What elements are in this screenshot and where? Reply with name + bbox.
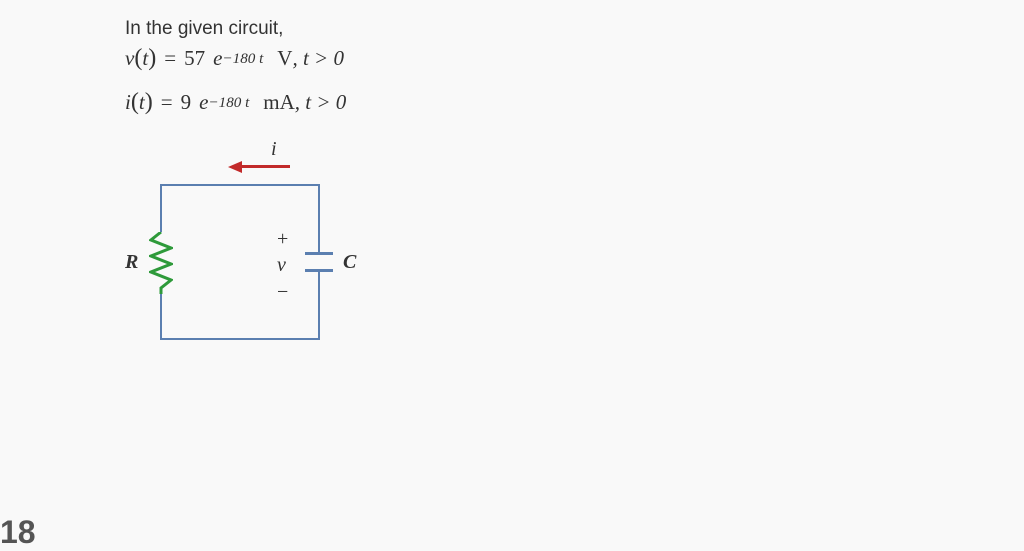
intro-text: In the given circuit,: [125, 18, 365, 40]
page-number: 18: [0, 514, 36, 551]
wire-left-lower: [160, 292, 162, 340]
i-ebase: e: [199, 90, 208, 115]
capacitor-label: C: [343, 251, 356, 274]
polarity-minus: −: [277, 281, 288, 304]
i-cond: , t > 0: [295, 90, 347, 115]
wire-top: [160, 184, 320, 186]
wire-bottom: [160, 338, 320, 340]
current-arrow-icon: [228, 161, 242, 173]
i-unit: mA: [263, 90, 295, 115]
v-coef: 57: [184, 46, 205, 71]
resistor-icon: [149, 232, 173, 294]
resistor-label: R: [125, 251, 138, 274]
wire-right-upper: [318, 184, 320, 252]
v-cond: , t > 0: [292, 46, 344, 71]
equation-i: i(t) = 9 e−180 t mA, t > 0: [125, 88, 365, 116]
i-coef: 9: [181, 90, 192, 115]
v-unit: V: [277, 46, 292, 71]
capacitor-top-plate: [305, 252, 333, 255]
voltage-label: v: [277, 254, 286, 277]
wire-right-lower: [318, 272, 320, 340]
wire-left-upper: [160, 184, 162, 232]
i-exp: −180 t: [208, 95, 249, 112]
current-arrow-line: [242, 165, 290, 168]
v-var: v: [125, 46, 134, 71]
polarity-plus: +: [277, 228, 288, 251]
capacitor-bottom-plate: [305, 269, 333, 272]
problem-content: In the given circuit, v(t) = 57 e−180 t …: [125, 18, 365, 366]
circuit-diagram: i R C + v −: [125, 136, 365, 366]
equation-v: v(t) = 57 e−180 t V, t > 0: [125, 44, 365, 72]
current-label: i: [271, 138, 277, 161]
v-ebase: e: [213, 46, 222, 71]
v-exp: −180 t: [222, 51, 263, 68]
